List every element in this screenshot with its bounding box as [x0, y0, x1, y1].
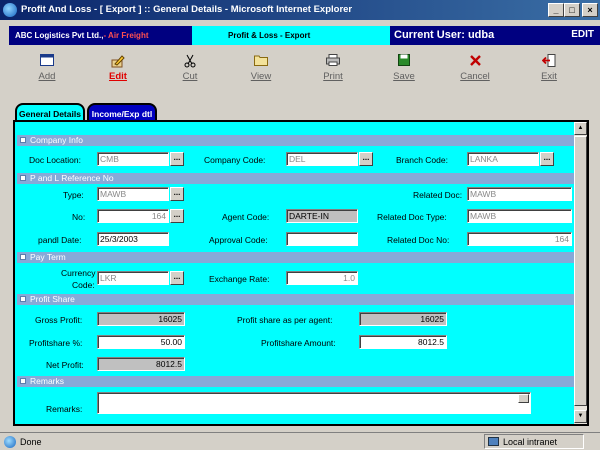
collapse-square-icon [20, 296, 26, 302]
section-pay-term[interactable]: Pay Term [17, 252, 576, 263]
profitshare-percent-label: Profitshare %: [29, 338, 83, 348]
exit-button[interactable]: Exit [527, 52, 571, 82]
section-pl-reference[interactable]: P and L Reference No [17, 173, 576, 184]
company-name: ABC Logistics Pvt Ltd.,- Air Freight [9, 26, 192, 45]
currency-code-label-line1: Currency [61, 268, 96, 278]
internet-explorer-icon [3, 3, 17, 17]
window-icon [25, 54, 69, 68]
form-frame: Company Info Doc Location: CMB ... Compa… [13, 120, 589, 426]
window-title-bar[interactable]: Profit And Loss - [ Export ] :: General … [0, 0, 600, 20]
approval-code-label: Approval Code: [209, 235, 268, 245]
branch-code-field[interactable]: LANKA [467, 152, 539, 166]
doc-location-field[interactable]: CMB [97, 152, 169, 166]
local-intranet-icon [488, 437, 499, 446]
page-done-icon [4, 436, 16, 448]
division-name: - Air Freight [103, 31, 149, 40]
printer-icon [311, 54, 355, 68]
close-button[interactable]: × [582, 3, 598, 17]
scroll-down-button[interactable]: ▼ [574, 410, 587, 423]
minimize-button[interactable]: _ [548, 3, 564, 17]
approval-code-field[interactable] [286, 232, 358, 246]
profitshare-amount-field[interactable]: 8012.5 [359, 335, 447, 349]
door-exit-icon [527, 54, 571, 68]
folder-icon [239, 54, 283, 68]
gross-profit-field: 16025 [97, 312, 185, 326]
currency-code-lookup-button[interactable]: ... [170, 271, 184, 285]
agent-code-field: DARTE-IN [286, 209, 358, 223]
header-band: ABC Logistics Pvt Ltd.,- Air Freight Pro… [9, 26, 600, 45]
vertical-scrollbar[interactable]: ▲ ▼ [574, 122, 587, 424]
remarks-textarea[interactable] [97, 392, 531, 414]
currency-code-field[interactable]: LKR [97, 271, 169, 285]
related-doc-field[interactable]: MAWB [467, 187, 572, 201]
pandl-date-label: pandl Date: [38, 235, 82, 245]
no-field[interactable]: 164 [97, 209, 169, 223]
disk-icon [382, 54, 426, 68]
cancel-button[interactable]: Cancel [453, 52, 497, 82]
status-bar: Done Local intranet [0, 432, 600, 450]
agent-code-label: Agent Code: [222, 212, 270, 222]
type-field[interactable]: MAWB [97, 187, 169, 201]
related-doc-label: Related Doc: [413, 190, 463, 200]
no-lookup-button[interactable]: ... [170, 209, 184, 223]
company-code-lookup-button[interactable]: ... [359, 152, 373, 166]
scroll-up-button[interactable]: ▲ [574, 122, 587, 135]
pencil-icon [96, 54, 140, 68]
x-icon [453, 54, 497, 68]
collapse-square-icon [20, 175, 26, 181]
profitshare-amount-label: Profitshare Amount: [261, 338, 336, 348]
branch-code-label: Branch Code: [396, 155, 448, 165]
pandl-date-field[interactable]: 25/3/2003 [97, 232, 169, 246]
net-profit-field: 8012.5 [97, 357, 185, 371]
print-button[interactable]: Print [311, 52, 355, 82]
gross-profit-label: Gross Profit: [35, 315, 83, 325]
exchange-rate-field[interactable]: 1.0 [286, 271, 358, 285]
module-title: Profit & Loss - Export [228, 31, 311, 40]
company-code-field[interactable]: DEL [286, 152, 358, 166]
maximize-button[interactable]: □ [564, 3, 580, 17]
company-code-label: Company Code: [204, 155, 266, 165]
related-doc-no-field[interactable]: 164 [467, 232, 572, 246]
section-remarks[interactable]: Remarks [17, 376, 576, 387]
collapse-square-icon [20, 137, 26, 143]
window-title: Profit And Loss - [ Export ] :: General … [21, 4, 353, 15]
net-profit-label: Net Profit: [46, 360, 84, 370]
branch-code-lookup-button[interactable]: ... [540, 152, 554, 166]
collapse-square-icon [20, 254, 26, 260]
security-zone: Local intranet [484, 434, 584, 449]
toolbar: Add Edit Cut View Print Save Cancel Exit [0, 52, 600, 88]
save-button[interactable]: Save [382, 52, 426, 82]
no-label: No: [72, 212, 86, 222]
doc-location-label: Doc Location: [29, 155, 81, 165]
doc-location-lookup-button[interactable]: ... [170, 152, 184, 166]
related-doc-type-field[interactable]: MAWB [467, 209, 572, 223]
exchange-rate-label: Exchange Rate: [209, 274, 270, 284]
cut-button[interactable]: Cut [168, 52, 212, 82]
currency-code-label-line2: Code: [72, 280, 95, 290]
profitshare-percent-field[interactable]: 50.00 [97, 335, 185, 349]
collapse-square-icon [20, 378, 26, 384]
mode-indicator: EDIT [571, 29, 594, 40]
security-zone-label: Local intranet [503, 437, 558, 447]
add-button[interactable]: Add [25, 52, 69, 82]
current-user-label: Current User: udba [394, 29, 495, 41]
view-button[interactable]: View [239, 52, 283, 82]
related-doc-type-label: Related Doc Type: [377, 212, 447, 222]
edit-button[interactable]: Edit [96, 52, 140, 82]
profit-share-per-agent-label: Profit share as per agent: [237, 315, 333, 325]
type-label: Type: [63, 190, 84, 200]
textarea-scroll-up-button[interactable] [518, 394, 529, 403]
related-doc-no-label: Related Doc No: [387, 235, 450, 245]
current-user-area: Current User: udba EDIT [390, 26, 600, 45]
section-company-info[interactable]: Company Info [17, 135, 576, 146]
status-text: Done [20, 437, 42, 447]
scissors-icon [168, 54, 212, 68]
scrollbar-thumb[interactable] [574, 136, 587, 406]
type-lookup-button[interactable]: ... [170, 187, 184, 201]
profit-share-per-agent-field: 16025 [359, 312, 447, 326]
remarks-label: Remarks: [46, 404, 83, 414]
section-profit-share[interactable]: Profit Share [17, 294, 576, 305]
